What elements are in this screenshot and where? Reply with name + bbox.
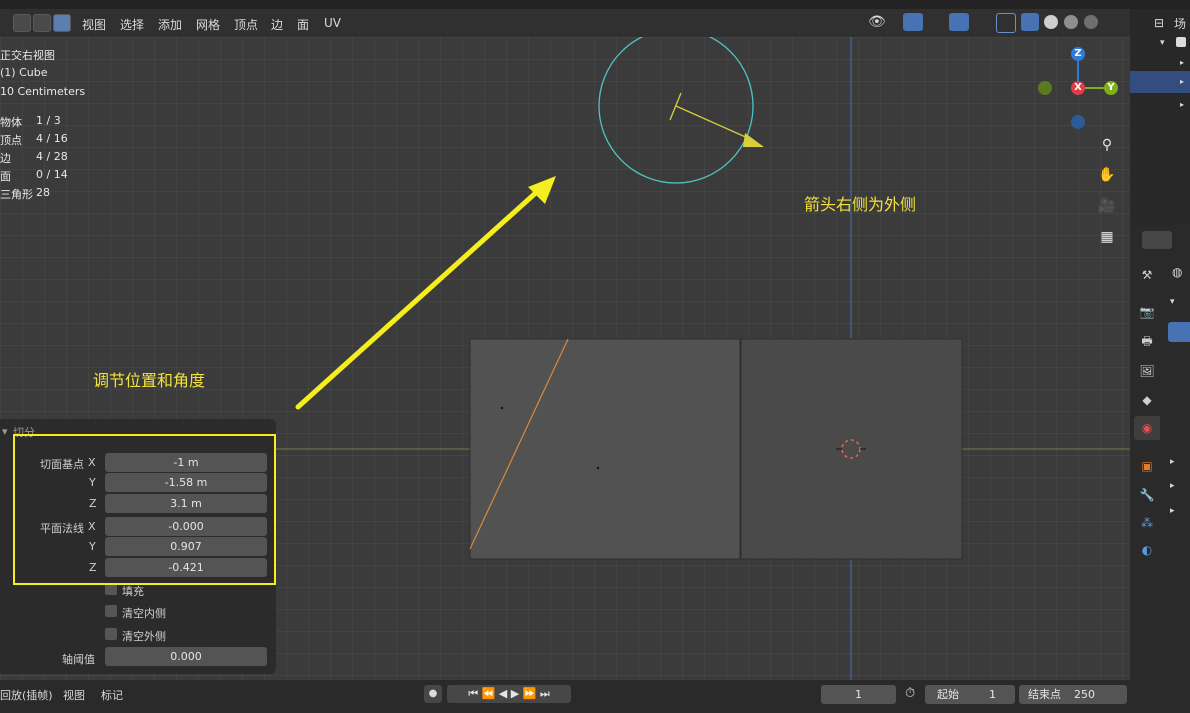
tool-tab-icon[interactable]: ⚒ <box>1138 266 1156 284</box>
timeline-bar: 回放(插帧) 视图 标记 ● ⏮ ⏪ ◀ ▶ ⏩ ⏭ 1 ⏱ 起始 1 结束点 … <box>0 680 1130 713</box>
grid-icon[interactable]: ▦ <box>1096 226 1118 248</box>
start-value: 1 <box>989 688 996 701</box>
mesh-face-left <box>469 338 741 560</box>
particles-tab-icon[interactable]: ⁂ <box>1138 514 1156 532</box>
vertex-select-mode-button[interactable] <box>13 14 31 32</box>
outliner-expand-icon-3[interactable]: ▸ <box>1180 77 1184 86</box>
xray-toggle-button[interactable] <box>996 13 1016 33</box>
zoom-icon[interactable]: ⚲ <box>1096 134 1118 156</box>
props-expand-icon[interactable]: ▾ <box>1170 297 1175 307</box>
visibility-icon[interactable]: 👁 <box>868 14 886 30</box>
outliner-panel: ⊟ 场 ▾ ▸ ▸ ▸ <box>1130 0 1190 225</box>
top-toolbar-strip <box>0 0 1130 9</box>
fill-label: 填充 <box>122 585 144 598</box>
bisect-normal-line <box>675 105 751 140</box>
clear-inner-checkbox[interactable] <box>105 605 117 617</box>
viewport-header: 视图 选择 添加 网格 顶点 边 面 UV 👁 <box>0 9 1130 37</box>
props-expand-icon-3[interactable]: ▸ <box>1170 481 1175 491</box>
menu-vertex[interactable]: 顶点 <box>234 16 258 33</box>
face-select-mode-button[interactable] <box>53 14 71 32</box>
physics-tab-icon[interactable]: ◐ <box>1138 541 1156 559</box>
menu-view[interactable]: 视图 <box>82 16 106 33</box>
edge-select-mode-button[interactable] <box>33 14 51 32</box>
vertex-dot-2 <box>596 466 600 470</box>
props-expand-icon-4[interactable]: ▸ <box>1170 506 1175 516</box>
overlay-toggle-button[interactable] <box>949 13 969 31</box>
start-label: 起始 <box>937 688 959 701</box>
mesh-face-right <box>740 338 963 560</box>
bisect-rotate-circle <box>598 37 754 184</box>
panel-collapse-icon[interactable]: ▾ <box>2 425 8 438</box>
axis-threshold-label: 轴阈值 <box>62 653 95 666</box>
menu-add[interactable]: 添加 <box>158 16 182 33</box>
menu-edge[interactable]: 边 <box>271 16 283 33</box>
modifier-tab-icon[interactable]: 🔧 <box>1138 486 1156 504</box>
playback-controls[interactable]: ⏮ ⏪ ◀ ▶ ⏩ ⏭ <box>447 685 571 703</box>
clear-outer-label: 清空外侧 <box>122 630 166 643</box>
camera-icon[interactable]: 🎥 <box>1096 195 1118 217</box>
timeline-marker-menu[interactable]: 标记 <box>101 687 123 703</box>
clear-outer-checkbox[interactable] <box>105 628 117 640</box>
annotation-adjust-note: 调节位置和角度 <box>93 371 206 390</box>
end-label: 结束点 <box>1028 688 1061 701</box>
outliner-checkbox[interactable] <box>1176 37 1186 47</box>
outliner-expand-icon[interactable]: ▾ <box>1160 38 1165 48</box>
outliner-scene-icon: ⊟ <box>1154 16 1165 30</box>
highlight-frame <box>13 434 276 585</box>
gizmo-lines <box>1077 61 1104 89</box>
timeline-view-menu[interactable]: 视图 <box>63 687 85 703</box>
wireframe-shading-button[interactable] <box>1021 13 1039 31</box>
world-header-icon: ◍ <box>1172 265 1183 279</box>
clear-inner-label: 清空内侧 <box>122 607 166 620</box>
axis-threshold-field[interactable]: 0.000 <box>105 647 267 666</box>
annotation-outside-note: 箭头右侧为外侧 <box>804 195 917 214</box>
menu-select[interactable]: 选择 <box>120 16 144 33</box>
bisect-normal-arrow-icon <box>743 133 764 147</box>
material-shading-button[interactable] <box>1064 15 1078 29</box>
vertex-dot <box>500 406 504 410</box>
menu-face[interactable]: 面 <box>297 16 309 33</box>
stopwatch-icon[interactable]: ⏱ <box>905 686 915 701</box>
end-value: 250 <box>1074 688 1095 701</box>
props-expand-icon-2[interactable]: ▸ <box>1170 457 1175 467</box>
hand-icon[interactable]: ✋ <box>1096 164 1118 186</box>
playback-menu[interactable]: 回放(插帧) <box>0 687 53 703</box>
end-frame-field[interactable]: 结束点 250 <box>1019 685 1127 704</box>
output-tab-icon[interactable]: 🖶 <box>1138 332 1156 350</box>
rendered-shading-button[interactable] <box>1084 15 1098 29</box>
bisect-plane-handle <box>669 92 682 121</box>
world-tab-icon[interactable]: ◉ <box>1138 419 1156 437</box>
outliner-expand-icon-2[interactable]: ▸ <box>1180 58 1184 67</box>
record-icon[interactable]: ● <box>424 685 442 703</box>
scene-tab-icon[interactable]: ◆ <box>1138 391 1156 409</box>
start-frame-field[interactable]: 起始 1 <box>925 685 1015 704</box>
solid-shading-button[interactable] <box>1044 15 1058 29</box>
object-tab-icon[interactable]: ▣ <box>1138 457 1156 475</box>
editor-type-button[interactable] <box>1142 231 1172 249</box>
menu-uv[interactable]: UV <box>324 16 341 30</box>
outliner-header: 场 <box>1174 17 1187 31</box>
render-tab-icon[interactable]: 📷 <box>1138 303 1156 321</box>
menu-mesh[interactable]: 网格 <box>196 16 220 33</box>
view-layer-tab-icon[interactable]: 🖼 <box>1138 362 1156 380</box>
outliner-expand-icon-4[interactable]: ▸ <box>1180 100 1184 109</box>
annotation-arrow-head-icon <box>528 176 556 204</box>
gizmo-toggle-button[interactable] <box>903 13 923 31</box>
world-datablock-button[interactable] <box>1168 322 1190 342</box>
current-frame-field[interactable]: 1 <box>821 685 896 704</box>
